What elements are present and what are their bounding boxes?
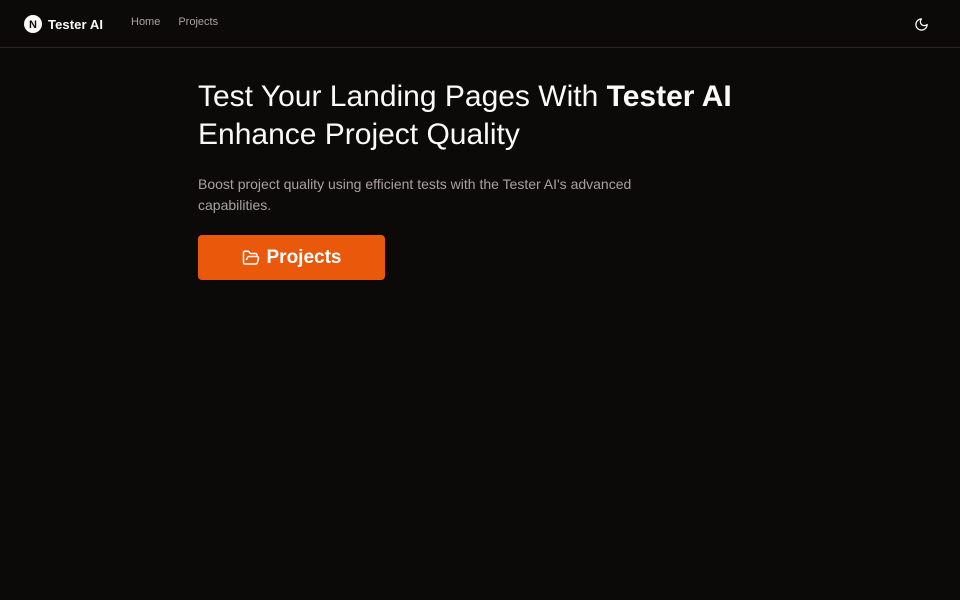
headline-brand: Tester AI xyxy=(606,80,732,113)
brand-name: Tester AI xyxy=(48,16,104,32)
hero-subtitle: Boost project quality using efficient te… xyxy=(198,176,632,213)
moon-icon xyxy=(914,17,928,31)
theme-toggle-button[interactable] xyxy=(908,11,934,37)
folder-open-icon xyxy=(242,250,259,265)
logo-icon: N xyxy=(24,15,42,33)
hero-headline: Test Your Landing Pages With Tester AI E… xyxy=(198,78,798,154)
logo-letter: N xyxy=(29,19,37,31)
projects-cta-label: Projects xyxy=(266,246,342,268)
nav-link-projects[interactable]: Projects xyxy=(178,16,218,28)
top-navbar: N Tester AI Home Projects xyxy=(0,0,960,48)
hero-section: Test Your Landing Pages With Tester AI E… xyxy=(198,78,798,280)
nav-link-home[interactable]: Home xyxy=(131,16,160,28)
main-nav: Home Projects xyxy=(131,16,218,28)
projects-cta-button[interactable]: Projects xyxy=(198,235,385,280)
headline-text: Test Your Landing Pages With xyxy=(198,80,599,113)
brand-link[interactable]: N Tester AI xyxy=(24,15,103,33)
headline-line-2: Enhance Project Quality xyxy=(198,118,520,151)
